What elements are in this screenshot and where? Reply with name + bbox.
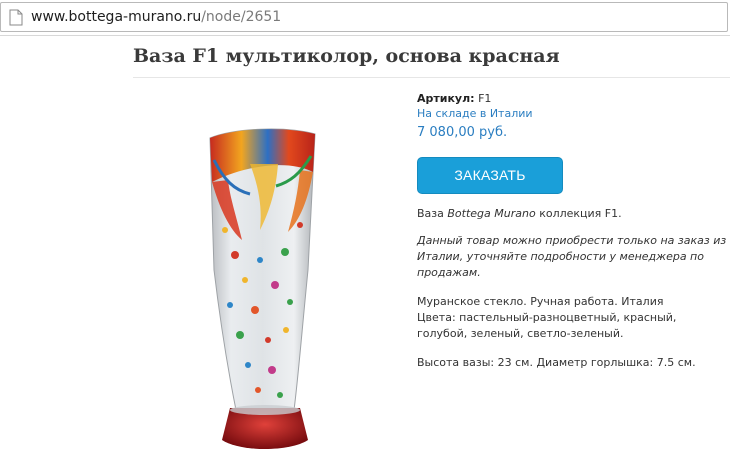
stock-status: На складе в Италии [417, 107, 533, 120]
sku-label: Артикул: [417, 92, 475, 105]
order-note: Данный товар можно приобрести только на … [417, 234, 727, 279]
description-intro: Ваза Bottega Murano коллекция F1. [417, 206, 730, 222]
description-prefix: Ваза [417, 207, 448, 220]
material-text: Муранское стекло. Ручная работа. Италия [417, 295, 664, 308]
product-image[interactable] [190, 120, 340, 456]
page-title: Ваза F1 мультиколор, основа красная [133, 45, 560, 67]
url-text: www.bottega-murano.ru/node/2651 [31, 9, 281, 25]
address-bar: www.bottega-murano.ru/node/2651 [0, 0, 730, 36]
page-icon [9, 9, 23, 26]
size-text: Высота вазы: 23 см. Диаметр горлышка: 7.… [417, 356, 696, 369]
price: 7 080,00 руб. [417, 125, 508, 140]
brand-name: Bottega Murano [447, 207, 536, 220]
sku-value: F1 [478, 92, 492, 105]
product-info: Артикул: F1 На складе в Италии 7 080,00 … [417, 92, 730, 371]
url-path: /node/2651 [201, 9, 282, 25]
description-suffix: коллекция F1. [535, 207, 622, 220]
title-divider [133, 77, 730, 78]
order-button[interactable]: ЗАКАЗАТЬ [417, 157, 563, 194]
material-and-colors: Муранское стекло. Ручная работа. Италия … [417, 294, 730, 342]
url-host: www.bottega-murano.ru [31, 9, 202, 25]
url-field[interactable]: www.bottega-murano.ru/node/2651 [0, 2, 728, 32]
sku-row: Артикул: F1 [417, 92, 730, 107]
colors-text: Цвета: пастельный-разноцветный, красный,… [417, 311, 677, 340]
